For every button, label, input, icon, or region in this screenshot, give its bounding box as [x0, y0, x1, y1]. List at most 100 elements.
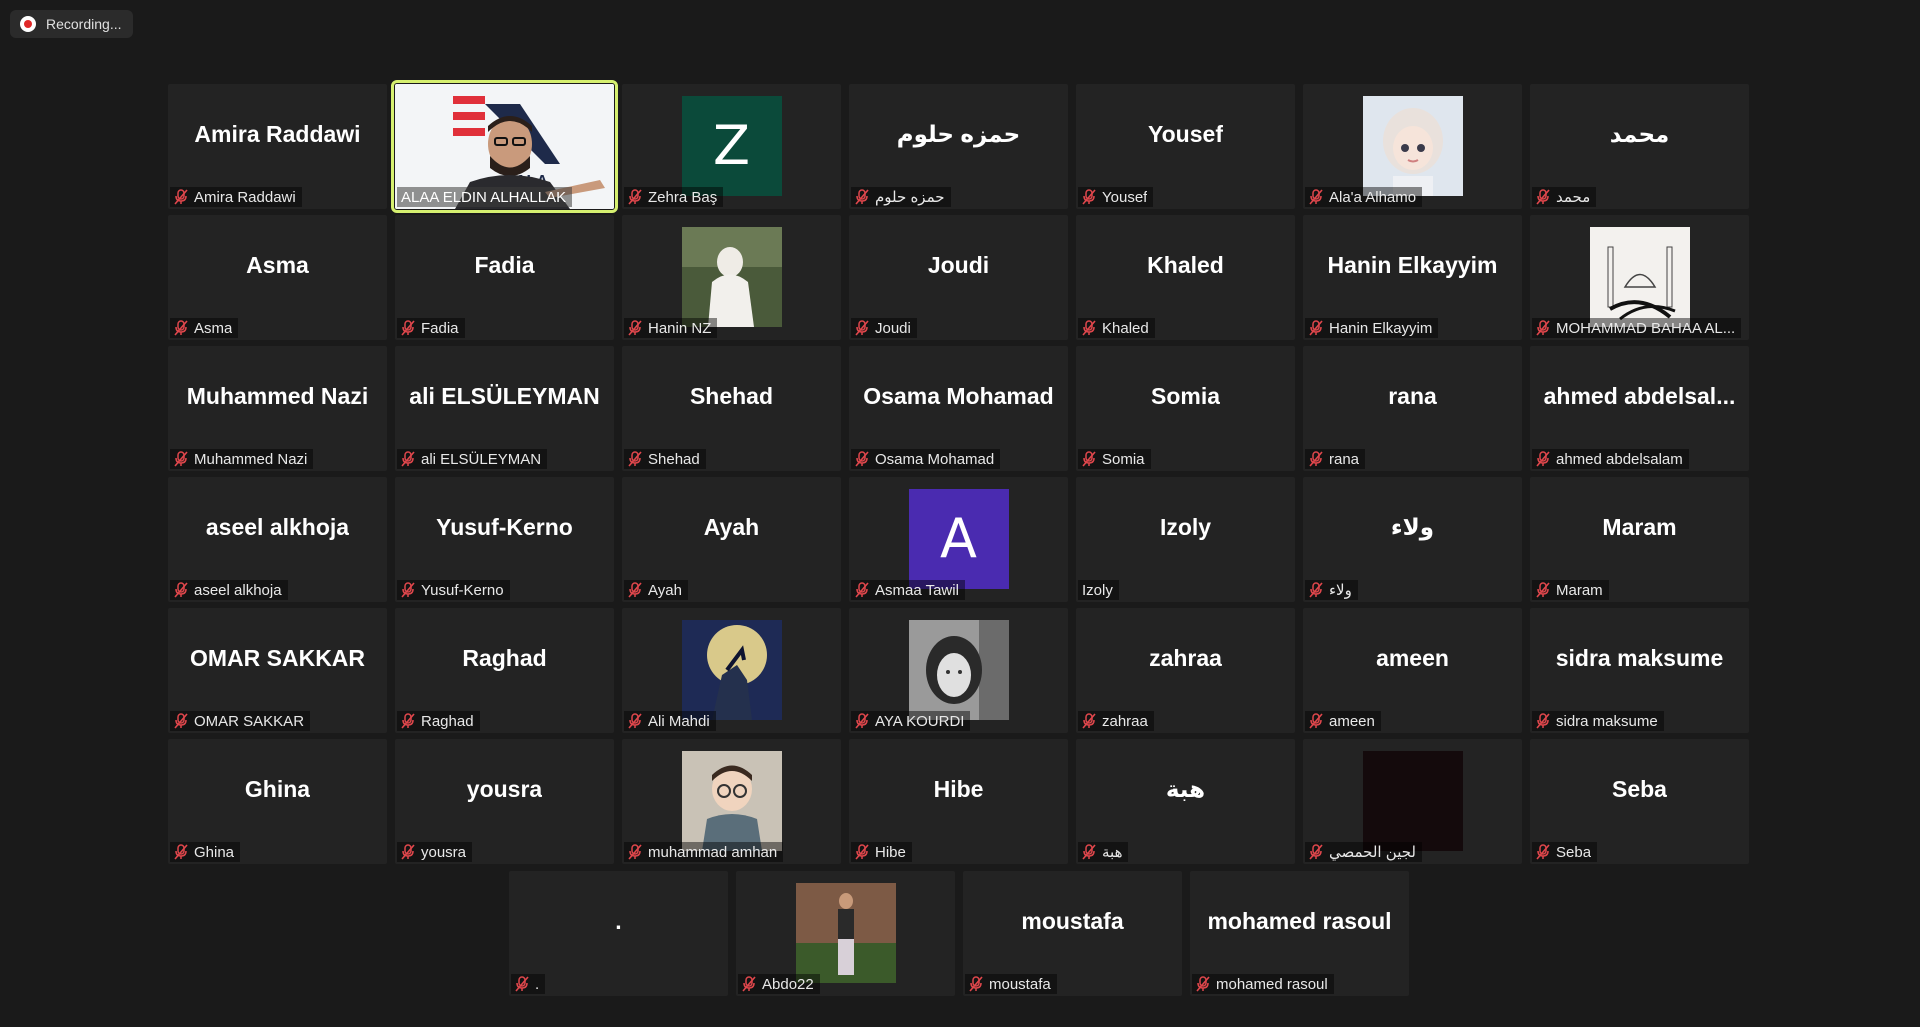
- participant-tile-muhammad-amhan[interactable]: muhammad amhan: [622, 739, 841, 864]
- participant-tile-hanin-elkayyim[interactable]: Hanin Elkayyim Hanin Elkayyim: [1303, 215, 1522, 340]
- participant-tile-ameen[interactable]: ameen ameen: [1303, 608, 1522, 733]
- participant-name-tag: mohamed rasoul: [1192, 974, 1334, 994]
- participant-tile-yousef[interactable]: Yousef Yousef: [1076, 84, 1295, 209]
- tile-content: Ghina: [168, 739, 387, 840]
- participant-display-name: aseel alkhoja: [205, 514, 350, 540]
- participant-tile-maram[interactable]: Maram Maram: [1530, 477, 1749, 602]
- participant-tile-hibe[interactable]: Hibe Hibe: [849, 739, 1068, 864]
- participant-tile-aseel-alkhoja[interactable]: aseel alkhoja aseel alkhoja: [168, 477, 387, 602]
- tile-content: هبة: [1076, 739, 1295, 840]
- tile-content: Somia: [1076, 346, 1295, 447]
- participant-tile-seba[interactable]: Seba Seba: [1530, 739, 1749, 864]
- participant-name-tag: Izoly: [1078, 580, 1119, 600]
- participant-tile-participant[interactable]: ..: [509, 871, 728, 996]
- participant-name-tag: aseel alkhoja: [170, 580, 288, 600]
- microphone-muted-icon: [628, 451, 642, 467]
- participant-tile-sidra-maksume[interactable]: sidra maksume sidra maksume: [1530, 608, 1749, 733]
- participant-name: ALAA ELDIN ALHALLAK: [401, 188, 567, 206]
- participant-name-tag: yousra: [397, 842, 473, 862]
- participant-tile-participant[interactable]: هبة هبة: [1076, 739, 1295, 864]
- participant-tile-ayah[interactable]: Ayah Ayah: [622, 477, 841, 602]
- participant-tile-ala-a-alhamo[interactable]: Ala'a Alhamo: [1303, 84, 1522, 209]
- participant-name: Ayah: [648, 581, 682, 599]
- tile-content: حمزه حلوم: [849, 84, 1068, 185]
- participant-tile-participant[interactable]: حمزه حلوم حمزه حلوم: [849, 84, 1068, 209]
- participant-tile-ghina[interactable]: Ghina Ghina: [168, 739, 387, 864]
- tile-content: Hanin Elkayyim: [1303, 215, 1522, 316]
- participant-display-name: Izoly: [1159, 514, 1212, 540]
- participant-tile-asmaa-tawil[interactable]: A Asmaa Tawil: [849, 477, 1068, 602]
- participant-tile-yousra[interactable]: yousra yousra: [395, 739, 614, 864]
- participant-tile-omar-sakkar[interactable]: OMAR SAKKAR OMAR SAKKAR: [168, 608, 387, 733]
- participant-display-name: حمزه حلوم: [896, 121, 1021, 147]
- participant-display-name: OMAR SAKKAR: [189, 645, 366, 671]
- participant-tile-izoly[interactable]: Izoly Izoly: [1076, 477, 1295, 602]
- participant-name: Hanin NZ: [648, 319, 712, 337]
- participant-tile-joudi[interactable]: Joudi Joudi: [849, 215, 1068, 340]
- participant-name: Amira Raddawi: [194, 188, 296, 206]
- microphone-muted-icon: [174, 582, 188, 598]
- participant-tile-ali-els-leyman[interactable]: ali ELSÜLEYMAN ali ELSÜLEYMAN: [395, 346, 614, 471]
- participant-display-name: هبة: [1165, 776, 1206, 802]
- participant-name: Khaled: [1102, 319, 1149, 337]
- participant-tile-shehad[interactable]: Shehad Shehad: [622, 346, 841, 471]
- microphone-muted-icon: [1536, 582, 1550, 598]
- participant-tile-ali-mahdi[interactable]: Ali Mahdi: [622, 608, 841, 733]
- participant-tile-amira-raddawi[interactable]: Amira Raddawi Amira Raddawi: [168, 84, 387, 209]
- participant-tile-participant[interactable]: ولاء ولاء: [1303, 477, 1522, 602]
- microphone-muted-icon: [855, 844, 869, 860]
- recording-indicator[interactable]: Recording...: [10, 10, 134, 38]
- tile-content: Izoly: [1076, 477, 1295, 578]
- participant-tile-alaa-eldin-alhallak[interactable]: ALAAKALAA ELDIN ALHALLAK: [391, 80, 618, 213]
- participant-tile-zehra-ba[interactable]: Z Zehra Baş: [622, 84, 841, 209]
- tile-content: Seba: [1530, 739, 1749, 840]
- participant-tile-mohammad-bahaa-al[interactable]: MOHAMMAD BAHAA AL...: [1530, 215, 1749, 340]
- participant-tile-yusuf-kerno[interactable]: Yusuf-Kerno Yusuf-Kerno: [395, 477, 614, 602]
- participant-tile-fadia[interactable]: Fadia Fadia: [395, 215, 614, 340]
- participant-tile-abdo22[interactable]: Abdo22: [736, 871, 955, 996]
- microphone-muted-icon: [1536, 844, 1550, 860]
- participant-name: ولاء: [1329, 582, 1352, 599]
- participant-display-name: Maram: [1602, 514, 1677, 540]
- microphone-muted-icon: [401, 320, 415, 336]
- participant-name-tag: ولاء: [1305, 580, 1358, 600]
- participant-name: sidra maksume: [1556, 712, 1658, 730]
- tile-content: [622, 608, 841, 720]
- avatar-image: [908, 619, 1009, 720]
- tile-content: [1303, 84, 1522, 196]
- participant-display-name: Joudi: [927, 252, 990, 278]
- participant-tile-raghad[interactable]: Raghad Raghad: [395, 608, 614, 733]
- participant-tile-participant[interactable]: لجين الحمصي: [1303, 739, 1522, 864]
- participant-tile-asma[interactable]: Asma Asma: [168, 215, 387, 340]
- participant-tile-zahraa[interactable]: zahraa zahraa: [1076, 608, 1295, 733]
- participant-tile-muhammed-nazi[interactable]: Muhammed Nazi Muhammed Nazi: [168, 346, 387, 471]
- microphone-muted-icon: [401, 713, 415, 729]
- avatar-image: [681, 226, 782, 327]
- microphone-muted-icon: [628, 713, 642, 729]
- participant-tile-aya-kourdi[interactable]: AYA KOURDI: [849, 608, 1068, 733]
- participant-display-name: .: [615, 908, 622, 934]
- participant-tile-mohamed-rasoul[interactable]: mohamed rasoul mohamed rasoul: [1190, 871, 1409, 996]
- avatar-image: [795, 882, 896, 983]
- participant-tile-rana[interactable]: rana rana: [1303, 346, 1522, 471]
- participant-tile-khaled[interactable]: Khaled Khaled: [1076, 215, 1295, 340]
- participant-name: Joudi: [875, 319, 911, 337]
- participant-name-tag: Raghad: [397, 711, 480, 731]
- tile-content: Ayah: [622, 477, 841, 578]
- participant-name: ameen: [1329, 712, 1375, 730]
- participant-tile-hanin-nz[interactable]: Hanin NZ: [622, 215, 841, 340]
- participant-tile-moustafa[interactable]: moustafa moustafa: [963, 871, 1182, 996]
- participant-display-name: Ayah: [703, 514, 760, 540]
- participant-tile-somia[interactable]: Somia Somia: [1076, 346, 1295, 471]
- participant-display-name: zahraa: [1149, 645, 1222, 671]
- microphone-muted-icon: [1309, 451, 1323, 467]
- participant-tile-osama-mohamad[interactable]: Osama Mohamad Osama Mohamad: [849, 346, 1068, 471]
- participant-name-tag: muhammad amhan: [624, 842, 784, 862]
- participant-name: Abdo22: [762, 975, 814, 993]
- microphone-muted-icon: [174, 844, 188, 860]
- participant-tile-participant[interactable]: محمد محمد: [1530, 84, 1749, 209]
- participant-name-tag: ahmed abdelsalam: [1532, 449, 1689, 469]
- participant-tile-ahmed-abdelsalam[interactable]: ahmed abdelsal... ahmed abdelsalam: [1530, 346, 1749, 471]
- participant-name-tag: Maram: [1532, 580, 1609, 600]
- participant-name-tag: Khaled: [1078, 318, 1155, 338]
